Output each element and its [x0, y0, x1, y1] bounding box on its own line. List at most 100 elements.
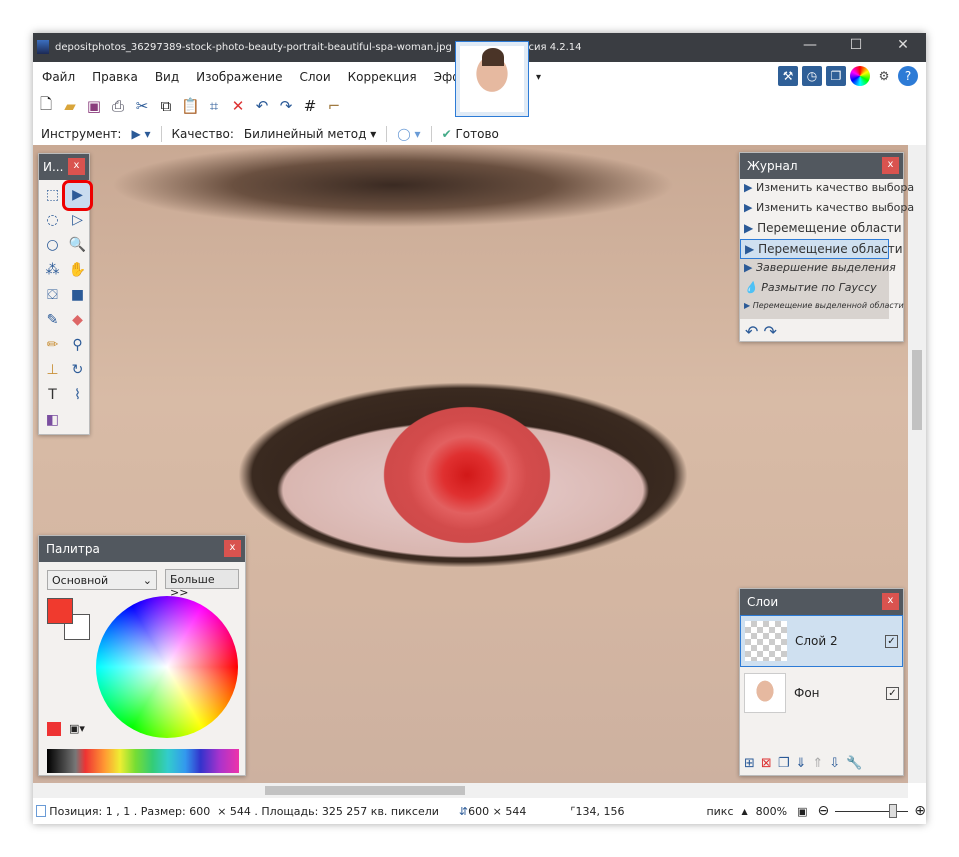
- zoom-in-icon[interactable]: ⊕: [914, 803, 926, 819]
- pencil-icon[interactable]: ✏: [40, 333, 65, 358]
- menu-bar: Файл Правка Вид Изображение Слои Коррекц…: [33, 62, 494, 90]
- paint-bucket-icon[interactable]: ⛋: [40, 283, 65, 308]
- undo-icon[interactable]: ↶: [253, 97, 271, 115]
- menu-adjustments[interactable]: Коррекция: [339, 62, 425, 90]
- redo-icon[interactable]: ↷: [277, 97, 295, 115]
- image-tab-thumbnail[interactable]: [455, 41, 529, 117]
- paintbrush-icon[interactable]: ✎: [40, 308, 65, 333]
- history-item[interactable]: 💧 Размытие по Гауссу: [740, 279, 889, 299]
- palette-options-icon[interactable]: ▣▾: [69, 722, 85, 735]
- menu-edit[interactable]: Правка: [83, 62, 146, 90]
- tool-options-bar: Инструмент: ▶ ▾ Качество: Билинейный мет…: [41, 121, 499, 147]
- layer-visibility-checkbox[interactable]: ✓: [885, 634, 898, 648]
- menu-layers[interactable]: Слои: [290, 62, 338, 90]
- history-panel: Журнал x ▶ Изменить качество выбора ▶ Изм…: [739, 152, 914, 342]
- zoom-slider[interactable]: [835, 803, 909, 818]
- ruler-icon[interactable]: ⌐: [325, 97, 343, 115]
- layer-name: Слой 2: [795, 634, 838, 648]
- delete-layer-icon[interactable]: ⊠: [761, 756, 772, 771]
- history-icon[interactable]: ◷: [802, 66, 822, 86]
- color-wheel[interactable]: [96, 596, 238, 738]
- clone-stamp-icon[interactable]: ⊥: [40, 358, 65, 383]
- minimize-button[interactable]: —: [798, 37, 822, 57]
- help-icon[interactable]: ?: [898, 66, 918, 86]
- cut-icon[interactable]: ✂: [133, 97, 151, 115]
- tools-icon[interactable]: ⚒: [778, 66, 798, 86]
- duplicate-layer-icon[interactable]: ❐: [778, 756, 790, 771]
- eraser-icon[interactable]: ◆: [65, 308, 90, 333]
- merge-layer-icon[interactable]: ⇓: [795, 756, 806, 771]
- color-picker-icon[interactable]: ⚲: [65, 333, 90, 358]
- add-color-icon[interactable]: [47, 722, 61, 736]
- undo-icon[interactable]: ↶: [745, 322, 758, 341]
- print-icon[interactable]: ⎙: [109, 97, 127, 115]
- layer-visibility-checkbox[interactable]: ✓: [886, 686, 899, 700]
- layers-icon[interactable]: ❐: [826, 66, 846, 86]
- rectangle-select-icon[interactable]: ⬚: [40, 183, 65, 208]
- zoom-value[interactable]: 800%: [756, 805, 787, 818]
- quality-dropdown[interactable]: Билинейный метод ▾: [244, 127, 376, 141]
- zoom-icon[interactable]: 🔍: [65, 233, 90, 258]
- open-icon[interactable]: ▰: [61, 97, 79, 115]
- paste-icon[interactable]: 📋: [181, 97, 200, 115]
- maximize-button[interactable]: ☐: [844, 37, 868, 57]
- fit-window-icon[interactable]: ▣: [797, 805, 807, 818]
- history-item[interactable]: ▶ Изменить качество выбора: [740, 179, 914, 199]
- vertical-scrollbar[interactable]: [908, 145, 926, 783]
- close-button[interactable]: ✕: [891, 37, 915, 57]
- menu-image[interactable]: Изображение: [187, 62, 290, 90]
- status-position: Позиция: 1 , 1 . Размер: 600 × 544 . Пло…: [49, 804, 439, 818]
- selection-mode-dropdown[interactable]: ◯ ▾: [397, 127, 420, 141]
- zoom-out-icon[interactable]: ⊖: [818, 803, 830, 819]
- colors-icon[interactable]: [850, 66, 870, 86]
- ellipse-select-icon[interactable]: ○: [40, 233, 65, 258]
- redo-icon[interactable]: ↷: [764, 322, 777, 341]
- copy-icon[interactable]: ⧉: [157, 97, 175, 115]
- primary-color-swatch[interactable]: [47, 598, 73, 624]
- pan-icon[interactable]: ✋: [65, 258, 90, 283]
- menu-file[interactable]: Файл: [33, 62, 83, 90]
- move-selected-icon[interactable]: ▷: [65, 208, 90, 233]
- shapes-icon[interactable]: ◧: [40, 408, 65, 433]
- done-label: Готово: [455, 127, 499, 141]
- horizontal-scrollbar[interactable]: [33, 783, 908, 798]
- magic-wand-icon[interactable]: ⁂: [40, 258, 65, 283]
- line-curve-icon[interactable]: ⌇: [65, 383, 90, 408]
- gear-icon[interactable]: ⚙: [874, 66, 894, 86]
- layers-panel-close[interactable]: x: [882, 593, 899, 610]
- recolor-icon[interactable]: ↻: [65, 358, 90, 383]
- tabs-dropdown-icon[interactable]: ▾: [536, 72, 541, 83]
- history-item-current[interactable]: ▶ Перемещение области: [740, 239, 903, 259]
- move-selection-tool-dropdown[interactable]: ▶ ▾: [131, 127, 150, 141]
- history-item[interactable]: ▶ Перемещение выделенной области: [740, 299, 904, 319]
- app-icon: [37, 40, 49, 54]
- move-selection-icon[interactable]: ▶: [62, 180, 93, 211]
- save-icon[interactable]: ▣: [85, 97, 103, 115]
- crop-icon[interactable]: ⌗: [205, 97, 223, 115]
- deselect-icon[interactable]: ✕: [229, 97, 247, 115]
- units-dropdown[interactable]: пикс: [706, 805, 733, 818]
- history-item[interactable]: ▶ Завершение выделения: [740, 259, 896, 279]
- palette-panel-close[interactable]: x: [224, 540, 241, 557]
- layer-row[interactable]: Слой 2 ✓: [740, 615, 903, 667]
- tool-label: Инструмент:: [41, 127, 122, 141]
- grid-icon[interactable]: #: [301, 97, 319, 115]
- gradient-icon[interactable]: ■: [65, 283, 90, 308]
- layer-row[interactable]: Фон ✓: [740, 667, 903, 719]
- done-button[interactable]: ✔ Готово: [442, 127, 499, 141]
- palette-swatches[interactable]: [47, 749, 239, 773]
- lasso-select-icon[interactable]: ◌: [40, 208, 65, 233]
- move-layer-down-icon[interactable]: ⇩: [829, 756, 840, 771]
- menu-view[interactable]: Вид: [146, 62, 187, 90]
- history-panel-close[interactable]: x: [882, 157, 899, 174]
- palette-mode-dropdown[interactable]: Основной ⌄: [47, 570, 157, 590]
- add-layer-icon[interactable]: ⊞: [744, 756, 755, 771]
- text-icon[interactable]: T: [40, 383, 65, 408]
- tools-panel-close[interactable]: x: [68, 158, 85, 175]
- history-item[interactable]: ▶ Изменить качество выбора: [740, 199, 914, 219]
- new-icon[interactable]: 🗋: [37, 94, 55, 119]
- more-colors-button[interactable]: Больше >>: [165, 569, 239, 599]
- move-layer-up-icon[interactable]: ⇑: [812, 756, 823, 771]
- layer-properties-icon[interactable]: 🔧: [846, 756, 862, 771]
- history-item[interactable]: ▶ Перемещение области: [740, 219, 902, 239]
